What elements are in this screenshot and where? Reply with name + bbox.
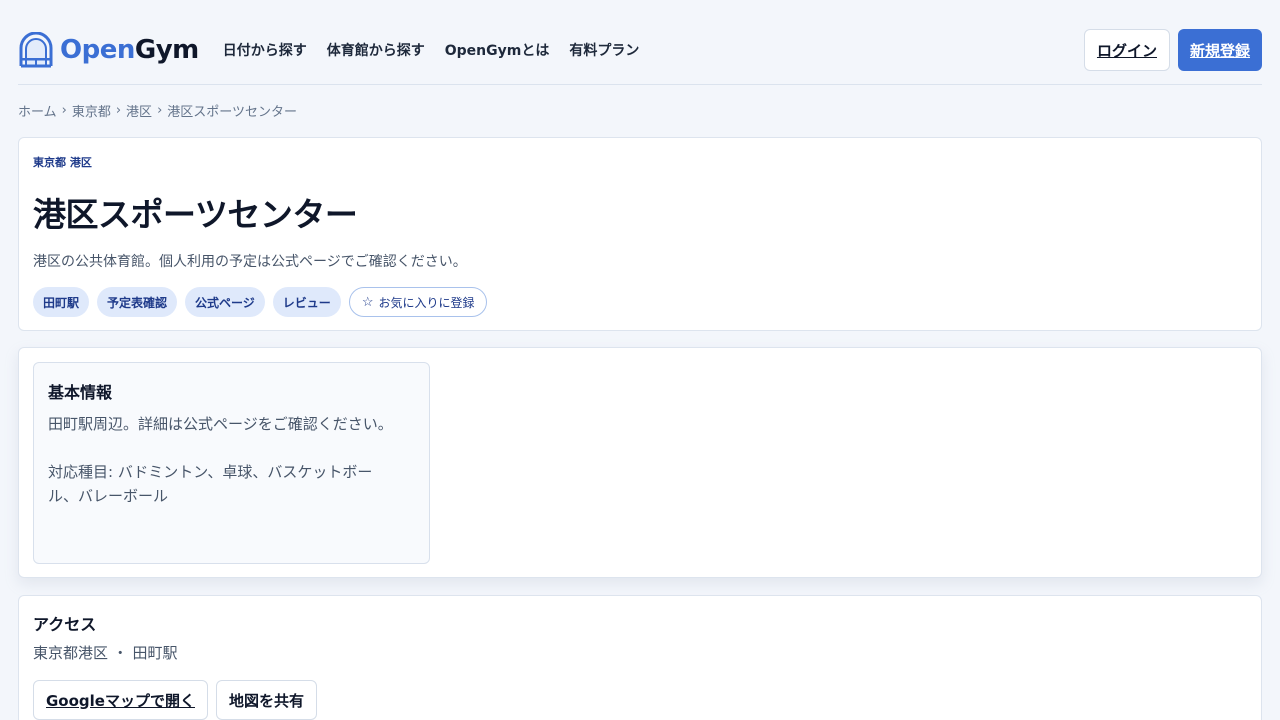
- chip-official-page[interactable]: 公式ページ: [185, 287, 265, 317]
- basic-info-body: 田町駅周辺。詳細は公式ページをご確認ください。 対応種目: バドミントン、卓球、…: [48, 412, 398, 508]
- facility-header-card: 東京都 港区 港区スポーツセンター 港区の公共体育館。個人利用の予定は公式ページ…: [18, 137, 1262, 331]
- main-nav: 日付から探す 体育館から探す OpenGymとは 有料プラン: [223, 40, 660, 60]
- basic-info-title: 基本情報: [48, 383, 113, 402]
- breadcrumb-minato[interactable]: 港区: [126, 101, 152, 120]
- favorite-button[interactable]: ☆ お気に入りに登録: [348, 287, 488, 317]
- login-button[interactable]: ログイン: [1083, 29, 1170, 71]
- chip-schedule[interactable]: 予定表確認: [97, 287, 178, 317]
- access-card: アクセス 東京都港区 ・ 田町駅 Googleマップで開く 地図を共有: [18, 595, 1262, 720]
- breadcrumb-tokyo[interactable]: 東京都: [72, 101, 111, 120]
- access-buttons: Googleマップで開く 地図を共有: [33, 680, 325, 720]
- nav-search-by-gym[interactable]: 体育館から探す: [327, 40, 425, 60]
- gym-logo-icon: [19, 32, 53, 68]
- access-title: アクセス: [33, 615, 97, 634]
- breadcrumb-separator: ›: [115, 103, 122, 118]
- facility-chips: 田町駅 予定表確認 公式ページ レビュー ☆ お気に入りに登録: [33, 287, 488, 317]
- site-logo[interactable]: OpenGym: [18, 28, 199, 72]
- header-actions: ログイン 新規登録: [1083, 29, 1262, 71]
- page-title: 港区スポーツセンター: [33, 195, 358, 234]
- access-address: 東京都港区 ・ 田町駅: [33, 644, 178, 662]
- chip-review[interactable]: レビュー: [272, 287, 341, 317]
- logo-wordmark: OpenGym: [60, 35, 199, 65]
- header-divider: [18, 84, 1262, 85]
- facility-description: 港区の公共体育館。個人利用の予定は公式ページでご確認ください。: [33, 254, 467, 270]
- nav-search-by-date[interactable]: 日付から探す: [223, 40, 307, 60]
- share-map-button[interactable]: 地図を共有: [215, 680, 317, 720]
- register-button[interactable]: 新規登録: [1177, 29, 1262, 71]
- favorite-label: お気に入りに登録: [378, 295, 475, 310]
- facility-region: 東京都 港区: [33, 156, 92, 169]
- basic-info-sports: 対応種目: バドミントン、卓球、バスケットボール、バレーボール: [48, 463, 373, 505]
- breadcrumb: ホーム › 東京都 › 港区 › 港区スポーツセンター: [18, 101, 297, 120]
- site-header: OpenGym 日付から探す 体育館から探す OpenGymとは 有料プラン ロ…: [18, 28, 1262, 72]
- logo-open-text: Open: [60, 35, 135, 65]
- basic-info-box: 基本情報 田町駅周辺。詳細は公式ページをご確認ください。 対応種目: バドミント…: [33, 362, 430, 564]
- breadcrumb-separator: ›: [157, 103, 163, 118]
- nav-paid-plan[interactable]: 有料プラン: [569, 40, 639, 60]
- star-icon: ☆: [361, 294, 374, 309]
- breadcrumb-home[interactable]: ホーム: [18, 101, 57, 120]
- breadcrumb-separator: ›: [61, 103, 67, 118]
- open-google-maps-button[interactable]: Googleマップで開く: [33, 680, 208, 720]
- basic-info-location: 田町駅周辺。詳細は公式ページをご確認ください。: [48, 415, 393, 433]
- chip-station[interactable]: 田町駅: [33, 287, 90, 317]
- logo-gym-text: Gym: [134, 35, 199, 65]
- breadcrumb-current: 港区スポーツセンター: [167, 105, 298, 120]
- basic-info-card: 基本情報 田町駅周辺。詳細は公式ページをご確認ください。 対応種目: バドミント…: [18, 347, 1262, 578]
- nav-about[interactable]: OpenGymとは: [445, 40, 550, 60]
